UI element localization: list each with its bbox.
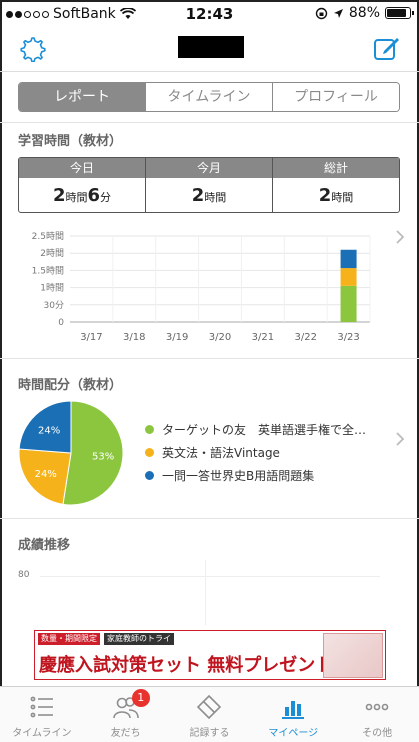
- divider: [0, 358, 419, 359]
- stat-month-label: 今月: [146, 158, 272, 178]
- x-tick-label: 3/17: [80, 332, 102, 343]
- status-right: 88%: [315, 5, 414, 21]
- chart-chevron-right-icon[interactable]: [393, 230, 407, 244]
- legend-item: 一問一答世界史B用語問題集: [145, 464, 385, 487]
- y-tick-label: 0: [58, 318, 64, 328]
- x-tick-label: 3/20: [209, 332, 231, 343]
- stat-month: 今月 2時間: [145, 158, 272, 212]
- x-tick-label: 3/21: [252, 332, 274, 343]
- tab-label: マイページ: [268, 728, 319, 739]
- study-time-table: 今日 2時間6分 今月 2時間 総計 2時間: [18, 157, 400, 213]
- stat-today-label: 今日: [19, 158, 145, 178]
- pie-label: 53%: [92, 452, 114, 463]
- x-tick-label: 3/18: [123, 332, 145, 343]
- bar-chart-icon: [282, 701, 305, 719]
- compose-edit-icon[interactable]: [373, 34, 401, 62]
- battery-percent: 88%: [348, 5, 380, 21]
- bar-segment: [340, 285, 357, 322]
- tab-record[interactable]: 記録する: [168, 687, 252, 742]
- divider: [0, 122, 419, 123]
- grades-gridline: [40, 576, 380, 577]
- distribution-title: 時間配分（教材）: [18, 378, 123, 393]
- location-icon: [333, 8, 343, 18]
- stat-total: 総計 2時間: [272, 158, 399, 212]
- pie-label: 24%: [38, 425, 60, 436]
- grades-y-tick: 80: [18, 570, 30, 580]
- status-bar: SoftBank 12:43 88%: [0, 0, 419, 28]
- pie-label: 24%: [35, 469, 57, 480]
- legend-dot: [145, 471, 154, 480]
- distribution-legend[interactable]: ターゲットの友 英単語選手権で全… 英文法・語法Vintage 一問一答世界史B…: [145, 418, 385, 487]
- segment-timeline[interactable]: タイムライン: [145, 83, 272, 111]
- x-tick-label: 3/23: [337, 332, 359, 343]
- ad-tags: 数量・期間限定 家庭教師のトライ: [35, 631, 174, 645]
- stat-today: 今日 2時間6分: [19, 158, 145, 212]
- tab-timeline[interactable]: タイムライン: [0, 687, 84, 742]
- segment-profile[interactable]: プロフィール: [272, 83, 399, 111]
- y-tick-label: 1.5時間: [32, 265, 64, 276]
- friends-notification-badge: 1: [131, 689, 150, 707]
- ad-tag-brand: 家庭教師のトライ: [104, 633, 174, 645]
- stat-month-value: 2時間: [191, 185, 227, 206]
- stat-total-value: 2時間: [318, 185, 354, 206]
- redacted-title: [178, 36, 244, 58]
- y-tick-label: 2時間: [40, 248, 64, 259]
- legend-dot: [145, 448, 154, 457]
- ad-headline: 慶應入試対策セット 無料プレゼント!: [39, 655, 342, 676]
- bar-segment: [340, 249, 357, 269]
- grades-gridline-vertical: [205, 560, 206, 625]
- report-segmented-control: レポート タイムライン プロフィール: [18, 82, 400, 112]
- legend-dot: [145, 425, 154, 434]
- eraser-icon: [197, 694, 222, 720]
- tab-label: その他: [362, 728, 393, 739]
- list-icon: [30, 696, 53, 718]
- x-tick-label: 3/22: [294, 332, 316, 343]
- bottom-tab-bar: タイムライン 1 友だち 記録する マイページ その他: [0, 686, 419, 742]
- x-tick-label: 3/19: [166, 332, 188, 343]
- more-dots-icon: [365, 703, 389, 711]
- segment-report[interactable]: レポート: [19, 83, 145, 111]
- distribution-pie-chart[interactable]: 53% 24% 24%: [18, 400, 124, 506]
- grades-title: 成績推移: [18, 538, 71, 553]
- tab-more[interactable]: その他: [335, 687, 419, 742]
- tab-label: 記録する: [189, 728, 230, 739]
- y-tick-label: 30分: [44, 300, 64, 311]
- legend-item: ターゲットの友 英単語選手権で全…: [145, 418, 385, 441]
- ad-banner[interactable]: 数量・期間限定 家庭教師のトライ 慶應入試対策セット 無料プレゼント!: [34, 630, 386, 680]
- tab-label: タイムライン: [12, 728, 72, 739]
- study-time-title: 学習時間（教材）: [18, 134, 123, 149]
- distribution-chevron-right-icon[interactable]: [393, 432, 407, 446]
- tab-label: 友だち: [110, 728, 141, 739]
- bar-segment: [340, 268, 357, 286]
- settings-gear-icon[interactable]: [20, 36, 46, 62]
- battery-icon: [385, 7, 414, 19]
- navigation-bar: [0, 28, 419, 72]
- tab-friends[interactable]: 1 友だち: [84, 687, 168, 742]
- orientation-lock-icon: [315, 7, 328, 19]
- y-tick-label: 2.5時間: [32, 231, 64, 242]
- y-tick-label: 1時間: [40, 283, 64, 294]
- stat-total-label: 総計: [273, 158, 399, 178]
- ad-tag-limited: 数量・期間限定: [38, 633, 100, 645]
- grades-chart[interactable]: 80: [0, 555, 419, 627]
- divider: [0, 518, 419, 519]
- stat-today-value: 2時間6分: [52, 185, 112, 206]
- legend-item: 英文法・語法Vintage: [145, 441, 385, 464]
- ad-thumbnail-image: [323, 633, 383, 678]
- tab-mypage[interactable]: マイページ: [251, 687, 335, 742]
- study-time-bar-chart[interactable]: 0 30分 1時間 1.5時間 2時間 2.5時間 3/17 3/18 3/19 3/20 3/21…: [0, 222, 419, 352]
